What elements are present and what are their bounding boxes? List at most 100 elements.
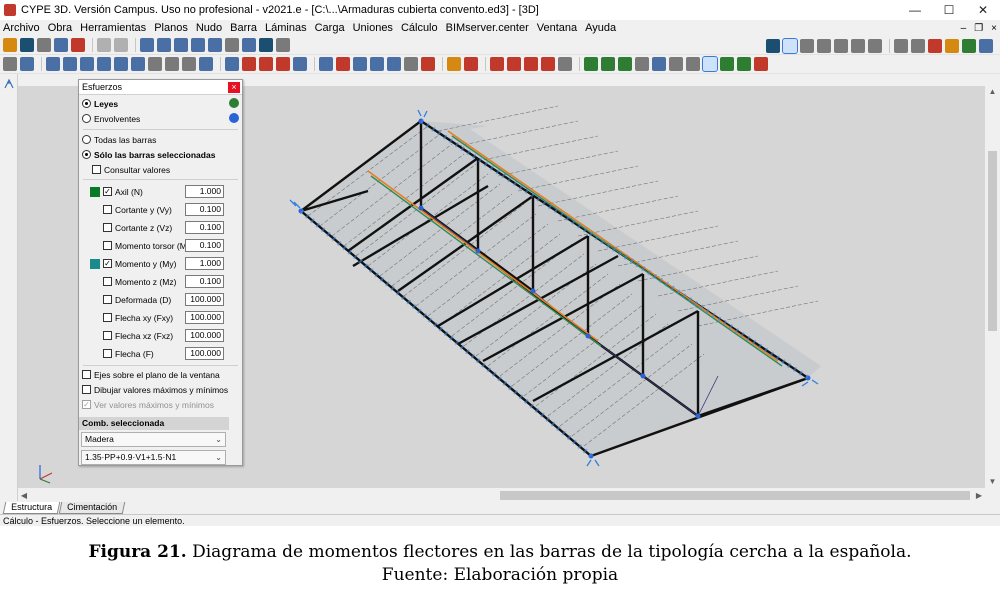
displacement-icon[interactable]	[490, 57, 504, 71]
rotate-view-icon[interactable]	[191, 38, 205, 52]
tab-cimentacion[interactable]: Cimentación	[58, 502, 126, 514]
bim-icon[interactable]	[945, 38, 959, 53]
radio-leyes[interactable]	[82, 99, 91, 108]
node-icon[interactable]	[46, 57, 60, 71]
draw-max-min-row[interactable]: Dibujar valores máximos y mínimos	[79, 382, 242, 397]
scroll-down-arrow[interactable]: ▼	[985, 476, 1000, 488]
load-surface-icon[interactable]	[276, 57, 290, 71]
menu-ventana[interactable]: Ventana	[533, 22, 581, 34]
zoom-window-icon[interactable]	[140, 38, 154, 52]
export-icon[interactable]	[259, 38, 273, 52]
column-load-icon[interactable]	[404, 57, 418, 71]
restraint-icon[interactable]	[114, 57, 128, 71]
radio-selected-bars[interactable]	[82, 150, 91, 159]
menu-laminas[interactable]: Láminas	[261, 22, 311, 34]
draw-max-min-checkbox[interactable]	[82, 385, 91, 394]
grid-view-icon[interactable]	[37, 38, 51, 52]
axis-direction-icon[interactable]	[3, 78, 15, 90]
axil-checkbox[interactable]: ✓	[103, 187, 112, 196]
preview-icon[interactable]	[911, 38, 925, 53]
effort-row-axil[interactable]: ✓ Axil (N) 1.000	[79, 184, 242, 199]
refresh-view-icon[interactable]	[242, 38, 256, 52]
menu-nudo[interactable]: Nudo	[192, 22, 226, 34]
axes-window-plane-checkbox[interactable]	[82, 370, 91, 379]
efforts-diagram-icon[interactable]	[702, 56, 718, 72]
scroll-up-arrow[interactable]: ▲	[985, 86, 1000, 98]
magnet-icon[interactable]	[71, 38, 85, 52]
redo-icon[interactable]	[114, 38, 128, 52]
verify-bar-icon[interactable]	[584, 57, 598, 71]
torsor-checkbox[interactable]	[103, 241, 112, 250]
optimize-icon[interactable]	[601, 57, 615, 71]
list-icon[interactable]	[635, 57, 649, 71]
flecha-xz-scale-input[interactable]: 100.000	[185, 329, 224, 342]
cortante-y-checkbox[interactable]	[103, 205, 112, 214]
flecha-scale-input[interactable]: 100.000	[185, 347, 224, 360]
effort-row-torsor[interactable]: Momento torsor (Mt) 0.100	[79, 238, 242, 253]
menu-calculo[interactable]: Cálculo	[397, 22, 442, 34]
tab-estructura[interactable]: Estructura	[2, 502, 61, 514]
cortante-z-scale-input[interactable]: 0.100	[185, 221, 224, 234]
menu-carga[interactable]: Carga	[311, 22, 349, 34]
split-bar-icon[interactable]	[421, 57, 435, 71]
web-icon[interactable]	[962, 38, 976, 53]
section-icon[interactable]	[97, 57, 111, 71]
bar-table-icon[interactable]	[686, 57, 700, 71]
effort-row-deformada[interactable]: Deformada (D) 100.000	[79, 292, 242, 307]
effort-row-flecha-xy[interactable]: Flecha xy (Fxy) 100.000	[79, 310, 242, 325]
load-direction-icon[interactable]	[293, 57, 307, 71]
deformada-scale-input[interactable]: 100.000	[185, 293, 224, 306]
load-node-icon[interactable]	[242, 57, 256, 71]
radio-selected-bars-row[interactable]: Sólo las barras seleccionadas	[79, 147, 242, 162]
distributed-load-icon[interactable]	[370, 57, 384, 71]
close-window-button[interactable]: ✕	[966, 0, 1000, 20]
calc-view-icon[interactable]	[3, 57, 17, 71]
momento-y-color-swatch[interactable]	[90, 258, 100, 269]
menu-planos[interactable]: Planos	[150, 22, 192, 34]
zoom-all-icon[interactable]	[157, 38, 171, 52]
consult-values-checkbox[interactable]	[92, 165, 101, 174]
menu-ayuda[interactable]: Ayuda	[581, 22, 620, 34]
bar-icon[interactable]	[63, 57, 77, 71]
print-icon[interactable]	[894, 38, 908, 53]
binoculars-icon[interactable]	[766, 38, 780, 53]
zoom-in-icon[interactable]	[174, 38, 188, 52]
describe-icon[interactable]	[199, 57, 213, 71]
diagram-icon[interactable]	[558, 57, 572, 71]
reactions-icon[interactable]	[524, 57, 538, 71]
maximize-button[interactable]: ☐	[932, 0, 966, 20]
export-report-icon[interactable]	[928, 38, 942, 53]
tools-icon[interactable]	[868, 38, 882, 53]
envelopes-icon[interactable]	[737, 57, 751, 71]
loop-icon[interactable]	[20, 57, 34, 71]
grid-icon[interactable]	[165, 57, 179, 71]
mdi-restore-button[interactable]: ❐	[974, 23, 983, 34]
info-icon[interactable]	[652, 57, 666, 71]
vertical-scroll-thumb[interactable]	[988, 151, 997, 331]
node-arrow-icon[interactable]	[319, 57, 333, 71]
open-folder-icon[interactable]	[3, 38, 17, 52]
mesh-icon[interactable]	[182, 57, 196, 71]
material-select[interactable]: Madera ⌄	[81, 432, 226, 447]
settings-icon[interactable]	[851, 38, 865, 53]
menu-uniones[interactable]: Uniones	[349, 22, 397, 34]
flecha-xy-checkbox[interactable]	[103, 313, 112, 322]
radio-envolventes-row[interactable]: Envolventes	[79, 111, 242, 126]
window-select-icon[interactable]	[782, 37, 798, 54]
bar-load-icon[interactable]	[353, 57, 367, 71]
layout-icon[interactable]	[800, 38, 814, 53]
combination-select[interactable]: 1.35·PP+0.9·V1+1.5·N1 ⌄	[81, 450, 226, 465]
measure-icon[interactable]	[817, 38, 831, 53]
flecha-checkbox[interactable]	[103, 349, 112, 358]
load-bar-icon[interactable]	[259, 57, 273, 71]
minimize-button[interactable]: —	[898, 0, 932, 20]
torsor-scale-input[interactable]: 0.100	[185, 239, 224, 252]
effort-row-momento-y[interactable]: ✓ Momento y (My) 1.000	[79, 256, 242, 271]
deformed-icon[interactable]	[507, 57, 521, 71]
check-ok-icon[interactable]	[720, 57, 734, 71]
menu-obra[interactable]: Obra	[44, 22, 76, 34]
momento-z-checkbox[interactable]	[103, 277, 112, 286]
cortante-y-scale-input[interactable]: 0.100	[185, 203, 224, 216]
axil-color-swatch[interactable]	[90, 186, 100, 197]
save-icon[interactable]	[20, 38, 34, 52]
